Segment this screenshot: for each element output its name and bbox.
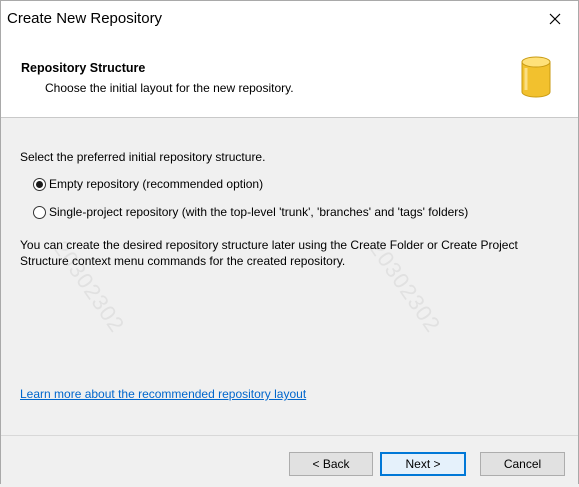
cancel-button[interactable]: Cancel xyxy=(480,452,565,476)
button-bar: < Back Next > Cancel xyxy=(1,435,578,487)
header-subtitle: Choose the initial layout for the new re… xyxy=(45,81,294,95)
title-bar: Create New Repository xyxy=(1,1,578,37)
option-label: Empty repository (recommended option) xyxy=(49,177,264,191)
next-button[interactable]: Next > xyxy=(380,452,466,476)
structure-prompt: Select the preferred initial repository … xyxy=(20,150,266,164)
wizard-header: Repository Structure Choose the initial … xyxy=(1,37,578,118)
learn-more-link[interactable]: Learn more about the recommended reposit… xyxy=(20,387,306,401)
option-single-project-repository[interactable]: Single-project repository (with the top-… xyxy=(33,205,468,219)
wizard-body: 20302302 20302302 Select the preferred i… xyxy=(1,118,578,435)
header-title: Repository Structure xyxy=(21,61,146,75)
radio-button[interactable] xyxy=(33,205,46,219)
close-button[interactable] xyxy=(532,1,578,37)
option-label: Single-project repository (with the top-… xyxy=(49,205,469,219)
database-icon xyxy=(521,56,551,98)
info-text: You can create the desired repository st… xyxy=(20,238,518,268)
back-button[interactable]: < Back xyxy=(289,452,373,476)
window-title: Create New Repository xyxy=(7,10,163,27)
radio-button[interactable] xyxy=(33,177,46,191)
close-icon xyxy=(549,13,561,25)
dialog-window: Create New Repository Repository Structu… xyxy=(0,0,579,487)
option-empty-repository[interactable]: Empty repository (recommended option) xyxy=(33,177,263,191)
